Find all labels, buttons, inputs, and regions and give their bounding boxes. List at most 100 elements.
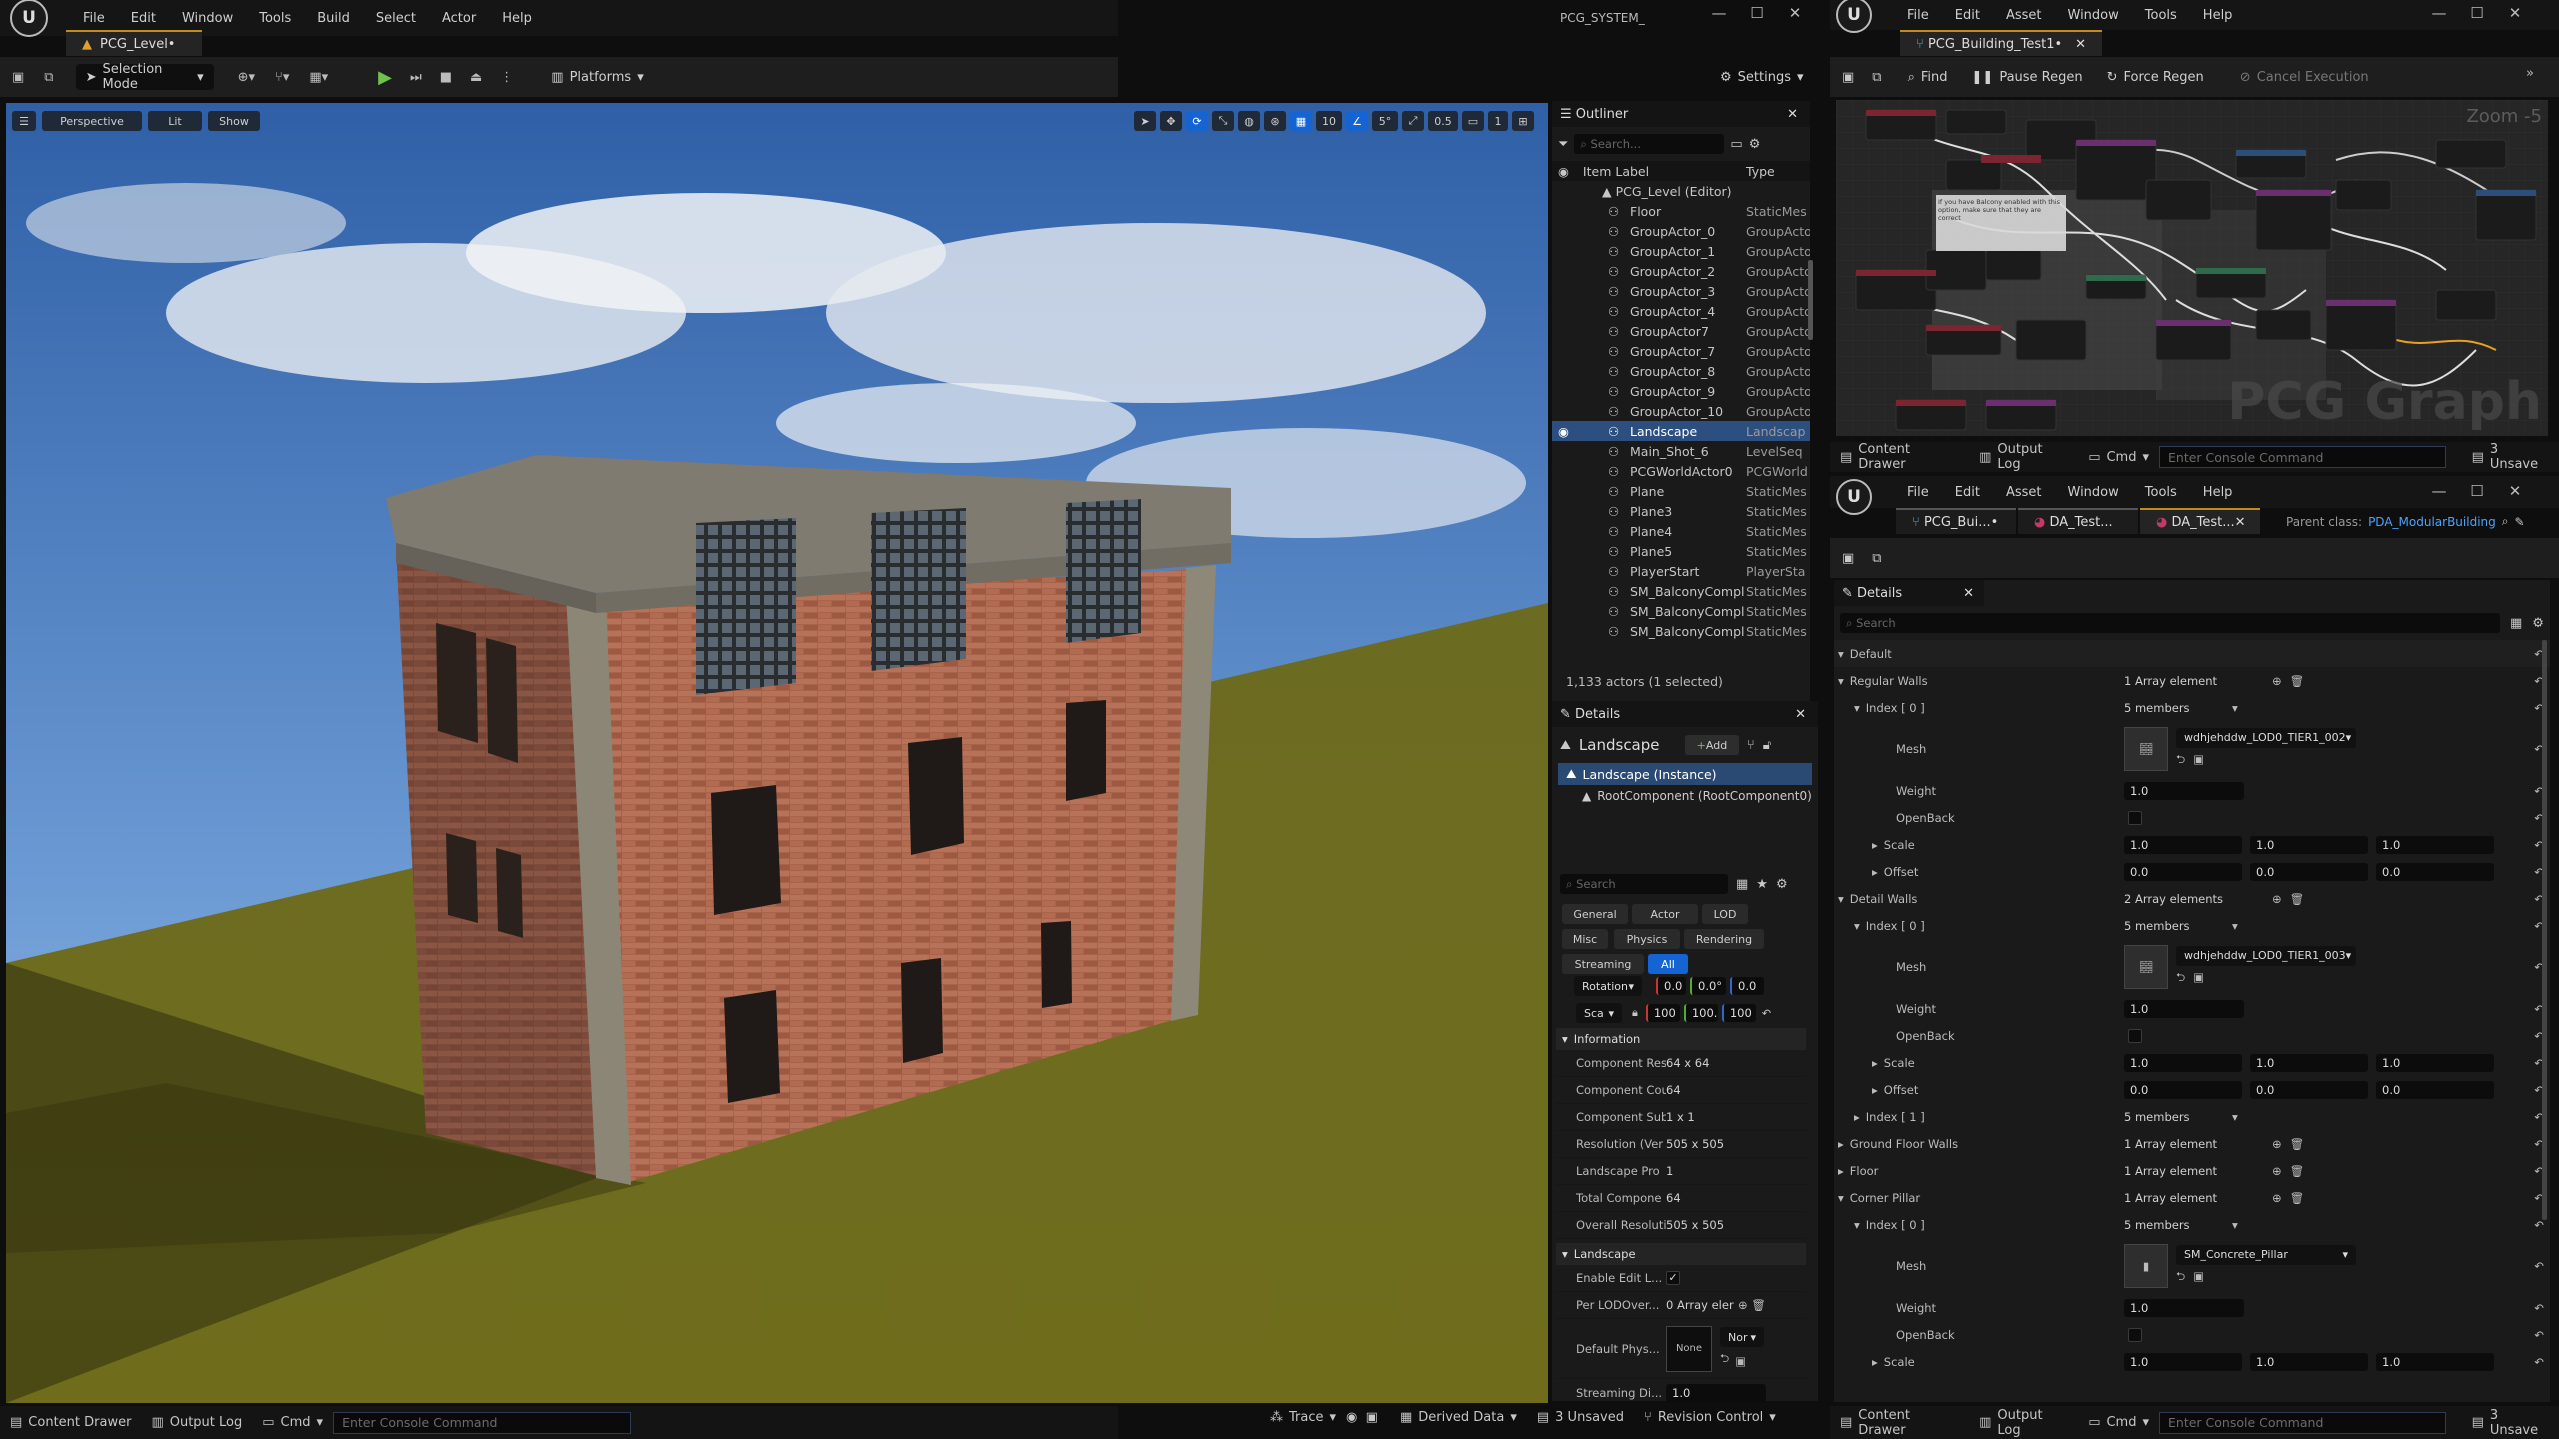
offset-z[interactable]: 0.0 bbox=[2376, 1080, 2494, 1099]
outliner-row[interactable]: ⚇ Floor StaticMes bbox=[1552, 201, 1810, 221]
close-icon[interactable]: ✕ bbox=[1787, 107, 1798, 122]
close-icon[interactable]: ✕ bbox=[2075, 37, 2086, 52]
openback-checkbox[interactable] bbox=[2128, 1028, 2142, 1043]
corner-pillar-row[interactable]: ▾ Corner Pillar 1 Array element ⊕ 🗑︎ ↶ bbox=[1834, 1184, 2550, 1211]
filter-rendering[interactable]: Rendering bbox=[1684, 929, 1764, 949]
root-component[interactable]: ▲ RootComponent (RootComponent0) bbox=[1552, 785, 1818, 807]
content-drawer-button[interactable]: ▤ Content Drawer bbox=[0, 1415, 141, 1430]
visibility-eye-icon[interactable]: ◉ bbox=[1558, 164, 1569, 179]
filter-streaming[interactable]: Streaming bbox=[1562, 954, 1644, 974]
world-space-icon[interactable]: ◍ bbox=[1238, 111, 1260, 131]
play-icon[interactable]: ▶ bbox=[378, 67, 392, 88]
scale-z[interactable]: 1.0 bbox=[2376, 835, 2494, 854]
pcg-menu-edit[interactable]: Edit bbox=[1942, 8, 1993, 23]
blueprint-icon[interactable]: ⑂ bbox=[1747, 738, 1755, 753]
menu-edit[interactable]: Edit bbox=[118, 11, 169, 26]
rotate-tool-icon[interactable]: ⟳ bbox=[1186, 111, 1208, 131]
da-menu-help[interactable]: Help bbox=[2190, 485, 2246, 500]
cinematics-icon[interactable]: ▦▾ bbox=[309, 70, 328, 85]
outliner-row[interactable]: ⚇ GroupActor_0 GroupActo bbox=[1552, 221, 1810, 241]
table-view-icon[interactable]: ▦ bbox=[2510, 616, 2522, 631]
outliner-row[interactable]: ⚇ GroupActor_3 GroupActo bbox=[1552, 281, 1810, 301]
reset-arrow-icon[interactable]: ↶ bbox=[2534, 1259, 2544, 1273]
component-instance[interactable]: ⛰ Landscape (Instance) bbox=[1558, 763, 1812, 785]
minimize-icon[interactable]: — bbox=[2420, 482, 2458, 500]
chevron-down-icon[interactable]: ▾ bbox=[1838, 1191, 1844, 1205]
content-browser-icon[interactable]: ⧉ bbox=[44, 70, 53, 85]
blueprint-icon[interactable]: ⑂▾ bbox=[275, 70, 289, 85]
lock-icon[interactable]: 🔓︎ bbox=[1763, 738, 1771, 753]
cancel-execution-button[interactable]: ⊘ Cancel Execution bbox=[2230, 64, 2379, 90]
close-icon[interactable]: ✕ bbox=[1776, 4, 1814, 22]
filter-icon[interactable]: ⏷ bbox=[1558, 137, 1568, 152]
platforms-button[interactable]: ▥ Platforms ▾ bbox=[541, 64, 653, 90]
chevron-down-icon[interactable]: ▾ bbox=[2232, 919, 2238, 933]
close-icon[interactable]: ✕ bbox=[2235, 515, 2246, 530]
landscape-header[interactable]: ▾ Landscape bbox=[1556, 1243, 1806, 1265]
pcg-menu-window[interactable]: Window bbox=[2055, 8, 2132, 23]
show-button[interactable]: Show bbox=[208, 111, 260, 131]
chevron-down-icon[interactable]: ▾ bbox=[1838, 647, 1844, 661]
floor-row[interactable]: ▸ Floor 1 Array element ⊕ 🗑︎ ↶ bbox=[1834, 1157, 2550, 1184]
chevron-right-icon[interactable]: ▸ bbox=[1872, 1056, 1878, 1070]
detail-walls-row[interactable]: ▾ Detail Walls 2 Array elements ⊕ 🗑︎ ↶ bbox=[1834, 885, 2550, 912]
da-menu-window[interactable]: Window bbox=[2055, 485, 2132, 500]
expand-toolbar-icon[interactable]: » bbox=[2526, 66, 2534, 81]
use-arrow-icon[interactable]: ⮌ bbox=[2176, 1269, 2185, 1288]
add-actor-icon[interactable]: ⊕▾ bbox=[238, 70, 255, 85]
menu-tools[interactable]: Tools bbox=[246, 11, 304, 26]
weight-field[interactable]: 1.0 bbox=[2124, 999, 2244, 1018]
default-section[interactable]: ▾ Default ↶ bbox=[1834, 640, 2550, 667]
outliner-row[interactable]: ⚇ Main_Shot_6 LevelSeq bbox=[1552, 441, 1810, 461]
mesh-dropdown[interactable]: SM_Concrete_Pillar ▾ bbox=[2176, 1244, 2356, 1265]
browse-icon[interactable]: ▣ bbox=[2193, 970, 2204, 989]
outliner-row[interactable]: ⚇ Plane4 StaticMes bbox=[1552, 521, 1810, 541]
tab-pcg-building-2[interactable]: ⑂ PCG_Bui...• bbox=[1896, 508, 2016, 534]
outliner-row[interactable]: ⚇ PCGWorldActor0 PCGWorld bbox=[1552, 461, 1810, 481]
scale-y[interactable]: 1.0 bbox=[2250, 1352, 2368, 1371]
offset-y[interactable]: 0.0 bbox=[2250, 1080, 2368, 1099]
rotation-dropdown[interactable]: Rotation ▾ bbox=[1574, 976, 1642, 996]
index-row[interactable]: ▾ Index [ 0 ] 5 members ▾ ↶ bbox=[1834, 694, 2550, 721]
visibility-eye-icon[interactable]: ◉ bbox=[1558, 424, 1569, 439]
outliner-row[interactable]: ◉ ⚇ Landscape Landscap bbox=[1552, 421, 1810, 441]
save-icon[interactable]: ▣ bbox=[1842, 551, 1854, 566]
filter-general[interactable]: General bbox=[1562, 904, 1628, 924]
trash-icon[interactable]: 🗑︎ bbox=[2290, 674, 2305, 688]
pcg-cmd-dropdown[interactable]: ▭ Cmd ▾ bbox=[2078, 450, 2159, 465]
da-unsaved[interactable]: ▤ 3 Unsave bbox=[2462, 1408, 2559, 1438]
scale-y[interactable]: 1.0 bbox=[2250, 835, 2368, 854]
chevron-right-icon[interactable]: ▸ bbox=[1838, 1164, 1844, 1178]
use-arrow-icon[interactable]: ⮌ bbox=[2176, 752, 2185, 771]
chevron-down-icon[interactable]: ▾ bbox=[1838, 674, 1844, 688]
outliner-row[interactable]: ⚇ GroupActor_1 GroupActo bbox=[1552, 241, 1810, 261]
scale-dropdown[interactable]: Sca ▾ bbox=[1576, 1003, 1622, 1023]
tab-da-test-1[interactable]: ◕ DA_Test... bbox=[2018, 508, 2138, 534]
chevron-down-icon[interactable]: ▾ bbox=[1854, 1218, 1860, 1232]
cmd-dropdown[interactable]: ▭ Cmd ▾ bbox=[252, 1415, 333, 1430]
select-tool-icon[interactable]: ➤ bbox=[1134, 111, 1156, 131]
pcg-console-input[interactable]: Enter Console Command bbox=[2159, 446, 2446, 468]
index-row[interactable]: ▾ Index [ 0 ] 5 members ▾ ↶ bbox=[1834, 1211, 2550, 1238]
col-item-label[interactable]: Item Label bbox=[1583, 164, 1649, 179]
gear-icon[interactable]: ⚙ bbox=[2532, 616, 2544, 631]
chevron-right-icon[interactable]: ▸ bbox=[1872, 838, 1878, 852]
settings-button[interactable]: ⚙ Settings ▾ bbox=[1710, 64, 1814, 90]
outliner-row[interactable]: ⚇ Plane3 StaticMes bbox=[1552, 501, 1810, 521]
phys-material-dropdown[interactable]: Nor ▾ bbox=[1720, 1327, 1764, 1347]
outliner-row[interactable]: ⚇ GroupActor_2 GroupActo bbox=[1552, 261, 1810, 281]
maximize-icon[interactable]: ☐ bbox=[2458, 482, 2496, 500]
unreal-logo-icon[interactable]: U bbox=[1836, 479, 1872, 515]
chevron-down-icon[interactable]: ▾ bbox=[2232, 1110, 2238, 1124]
chevron-down-icon[interactable]: ▾ bbox=[2232, 701, 2238, 715]
pcg-content-drawer[interactable]: ▤ Content Drawer bbox=[1830, 442, 1969, 472]
maximize-icon[interactable]: ☐ bbox=[2458, 4, 2496, 22]
chevron-right-icon[interactable]: ▸ bbox=[1872, 865, 1878, 879]
reset-arrow-icon[interactable]: ↶ bbox=[2534, 1328, 2544, 1342]
use-arrow-icon[interactable]: ⮌ bbox=[2176, 970, 2185, 989]
pcg-unsaved[interactable]: ▤ 3 Unsave bbox=[2462, 442, 2559, 472]
weight-field[interactable]: 1.0 bbox=[2124, 1298, 2244, 1317]
outliner-row[interactable]: ⚇ GroupActor_9 GroupActo bbox=[1552, 381, 1810, 401]
outliner-scrollbar[interactable] bbox=[1808, 260, 1813, 340]
add-element-icon[interactable]: ⊕ bbox=[2272, 1137, 2282, 1151]
